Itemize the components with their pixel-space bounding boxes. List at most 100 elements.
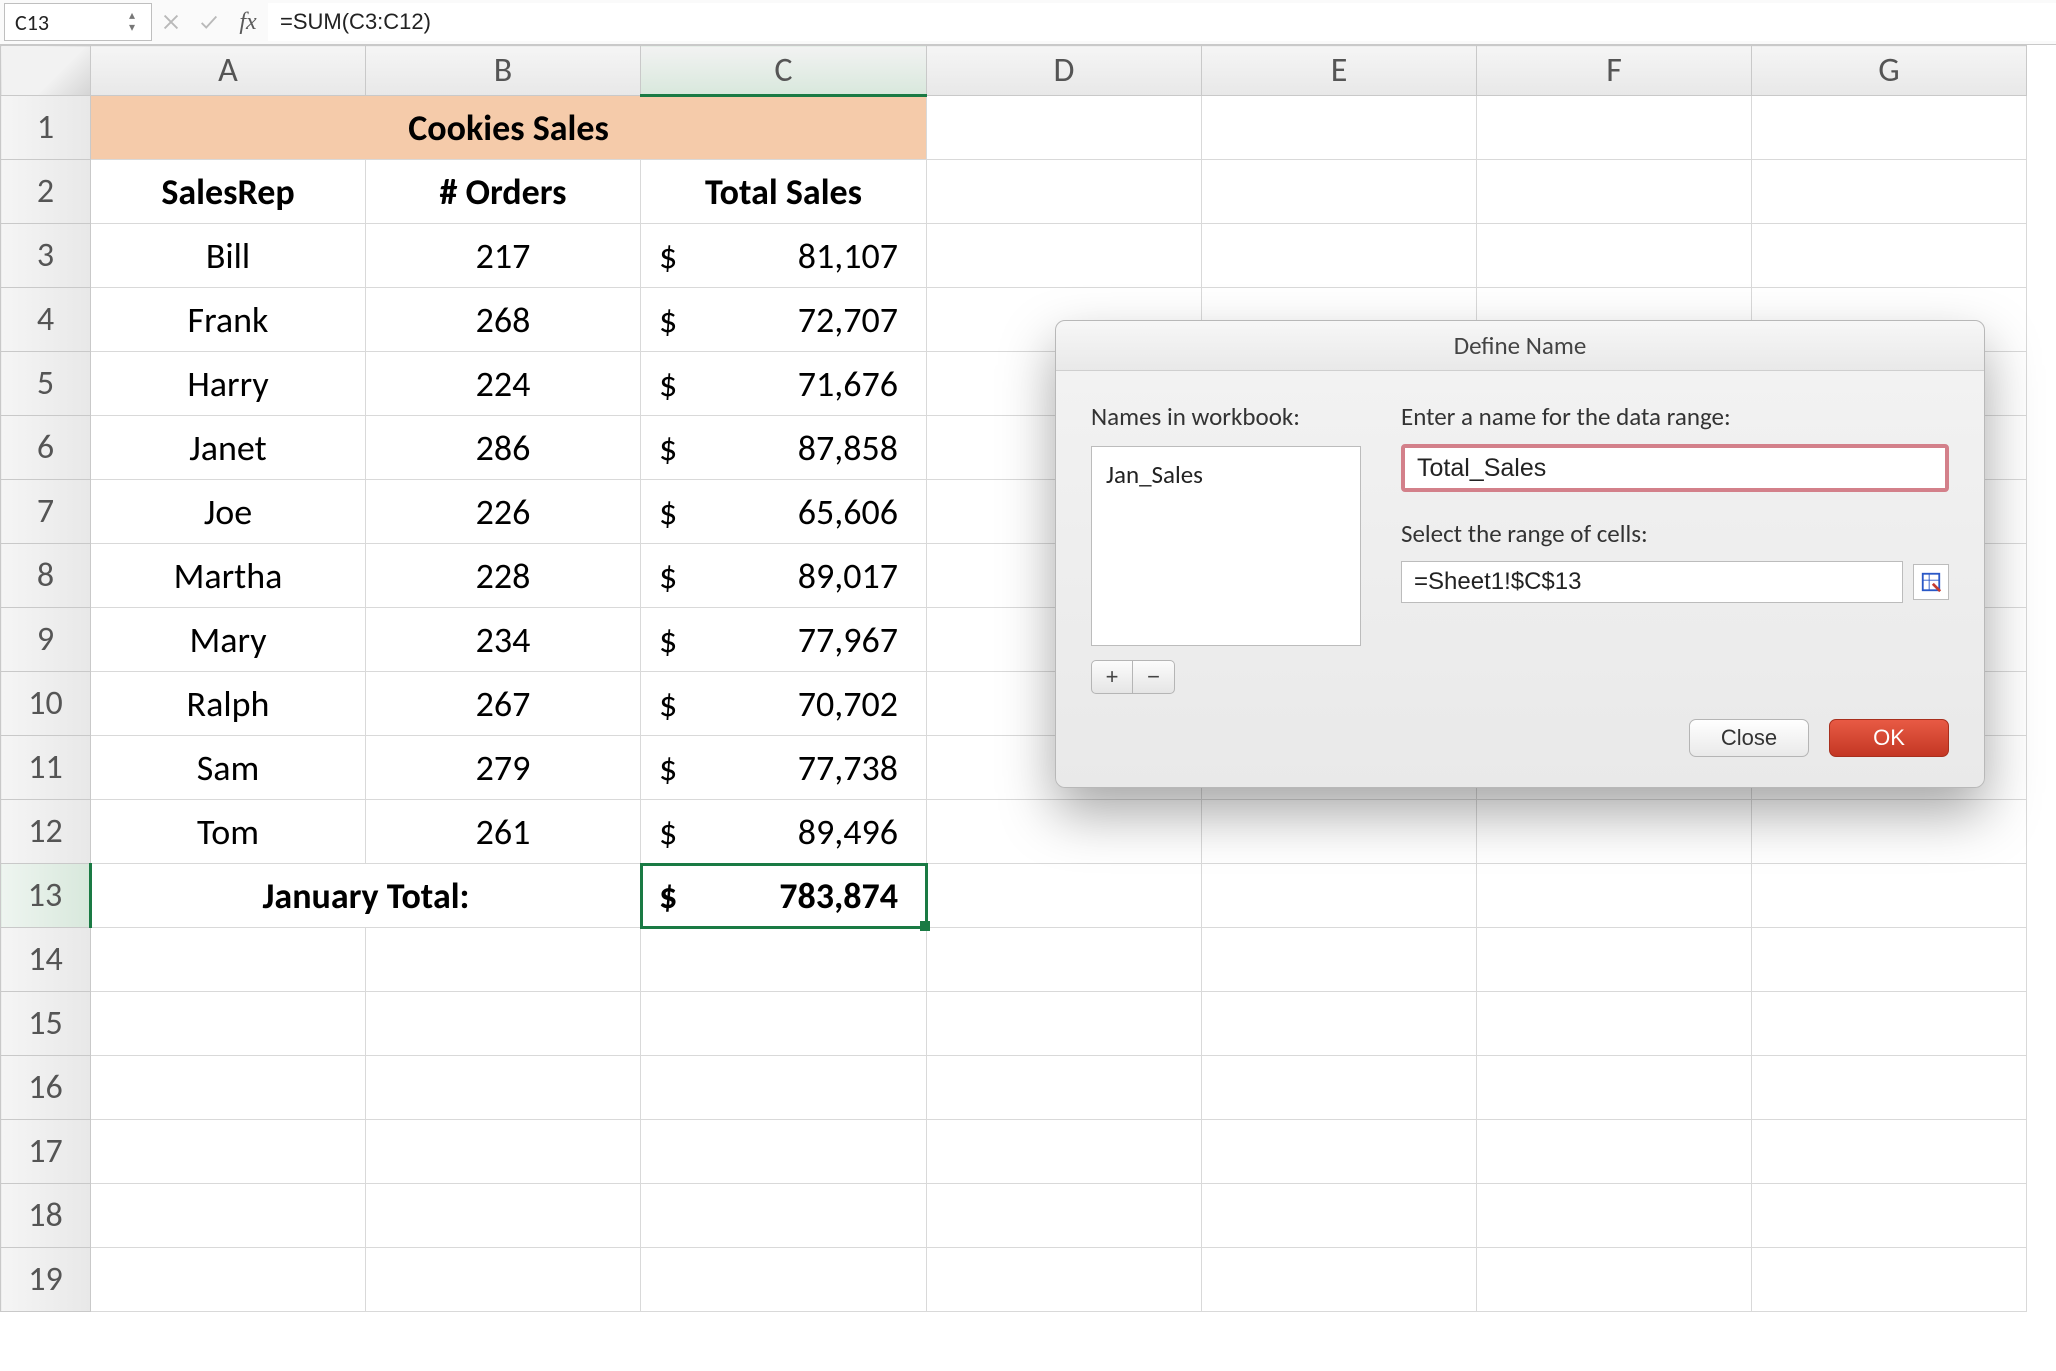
cell-B9[interactable]: 234 [366,608,641,672]
row-header-10[interactable]: 10 [1,672,91,736]
cell-B16[interactable] [366,1056,641,1120]
cell-A9[interactable]: Mary [91,608,366,672]
cell-C13[interactable]: $783,874 [641,864,927,928]
range-ref-input[interactable] [1401,561,1903,603]
cell-E13[interactable] [1202,864,1477,928]
cancel-formula-button[interactable] [152,3,190,41]
row-header-3[interactable]: 3 [1,224,91,288]
cell-E2[interactable] [1202,160,1477,224]
row-header-14[interactable]: 14 [1,928,91,992]
cell-G17[interactable] [1752,1120,2027,1184]
title-cell[interactable]: Cookies Sales [91,96,927,160]
row-header-17[interactable]: 17 [1,1120,91,1184]
cell-A3[interactable]: Bill [91,224,366,288]
cell-D14[interactable] [927,928,1202,992]
cell-F2[interactable] [1477,160,1752,224]
row-header-19[interactable]: 19 [1,1248,91,1312]
cell-G19[interactable] [1752,1248,2027,1312]
cell-E12[interactable] [1202,800,1477,864]
cell-C18[interactable] [641,1184,927,1248]
cell-A11[interactable]: Sam [91,736,366,800]
column-header-D[interactable]: D [927,46,1202,96]
cell-B15[interactable] [366,992,641,1056]
cell-G1[interactable] [1752,96,2027,160]
cell-F13[interactable] [1477,864,1752,928]
cell-D12[interactable] [927,800,1202,864]
cell-C14[interactable] [641,928,927,992]
cell-E15[interactable] [1202,992,1477,1056]
cell-G13[interactable] [1752,864,2027,928]
row-header-4[interactable]: 4 [1,288,91,352]
cell-F18[interactable] [1477,1184,1752,1248]
total-label-cell[interactable]: January Total: [91,864,641,928]
cell-C12[interactable]: $89,496 [641,800,927,864]
cell-C19[interactable] [641,1248,927,1312]
cell-A17[interactable] [91,1120,366,1184]
cell-G14[interactable] [1752,928,2027,992]
row-header-13[interactable]: 13 [1,864,91,928]
select-all-corner[interactable] [1,46,91,96]
cell-G18[interactable] [1752,1184,2027,1248]
row-header-7[interactable]: 7 [1,480,91,544]
cell-B10[interactable]: 267 [366,672,641,736]
cell-F3[interactable] [1477,224,1752,288]
cell-F1[interactable] [1477,96,1752,160]
cell-C7[interactable]: $65,606 [641,480,927,544]
cell-E16[interactable] [1202,1056,1477,1120]
cell-F19[interactable] [1477,1248,1752,1312]
cell-G15[interactable] [1752,992,2027,1056]
cell-A8[interactable]: Martha [91,544,366,608]
cell-G3[interactable] [1752,224,2027,288]
cell-B8[interactable]: 228 [366,544,641,608]
cell-B19[interactable] [366,1248,641,1312]
cell-D15[interactable] [927,992,1202,1056]
cell-E3[interactable] [1202,224,1477,288]
cell-B5[interactable]: 224 [366,352,641,416]
cell-C17[interactable] [641,1120,927,1184]
row-header-18[interactable]: 18 [1,1184,91,1248]
row-header-8[interactable]: 8 [1,544,91,608]
cell-D13[interactable] [927,864,1202,928]
column-header-A[interactable]: A [91,46,366,96]
cell-D2[interactable] [927,160,1202,224]
close-button[interactable]: Close [1689,719,1809,757]
cell-F14[interactable] [1477,928,1752,992]
cell-A4[interactable]: Frank [91,288,366,352]
fx-label[interactable]: fx [228,9,268,36]
cell-D17[interactable] [927,1120,1202,1184]
column-header-E[interactable]: E [1202,46,1477,96]
cell-G2[interactable] [1752,160,2027,224]
cell-C6[interactable]: $87,858 [641,416,927,480]
cell-C11[interactable]: $77,738 [641,736,927,800]
add-name-button[interactable]: + [1091,660,1133,694]
cell-A12[interactable]: Tom [91,800,366,864]
row-header-12[interactable]: 12 [1,800,91,864]
cell-B7[interactable]: 226 [366,480,641,544]
column-header-F[interactable]: F [1477,46,1752,96]
names-list[interactable]: Jan_Sales [1091,446,1361,646]
cell-E17[interactable] [1202,1120,1477,1184]
cell-C3[interactable]: $81,107 [641,224,927,288]
row-header-11[interactable]: 11 [1,736,91,800]
cell-B17[interactable] [366,1120,641,1184]
cell-F16[interactable] [1477,1056,1752,1120]
names-list-item[interactable]: Jan_Sales [1106,459,1346,490]
row-header-2[interactable]: 2 [1,160,91,224]
cell-D18[interactable] [927,1184,1202,1248]
column-header-B[interactable]: B [366,46,641,96]
cell-C5[interactable]: $71,676 [641,352,927,416]
ok-button[interactable]: OK [1829,719,1949,757]
row-header-9[interactable]: 9 [1,608,91,672]
cell-C10[interactable]: $70,702 [641,672,927,736]
name-box-stepper[interactable]: ▴ ▾ [129,6,147,38]
cell-B3[interactable]: 217 [366,224,641,288]
cell-D1[interactable] [927,96,1202,160]
cell-B6[interactable]: 286 [366,416,641,480]
range-name-input[interactable] [1401,444,1949,492]
cell-A5[interactable]: Harry [91,352,366,416]
cell-A14[interactable] [91,928,366,992]
row-header-15[interactable]: 15 [1,992,91,1056]
cell-B18[interactable] [366,1184,641,1248]
header-cell-A[interactable]: SalesRep [91,160,366,224]
cell-C4[interactable]: $72,707 [641,288,927,352]
